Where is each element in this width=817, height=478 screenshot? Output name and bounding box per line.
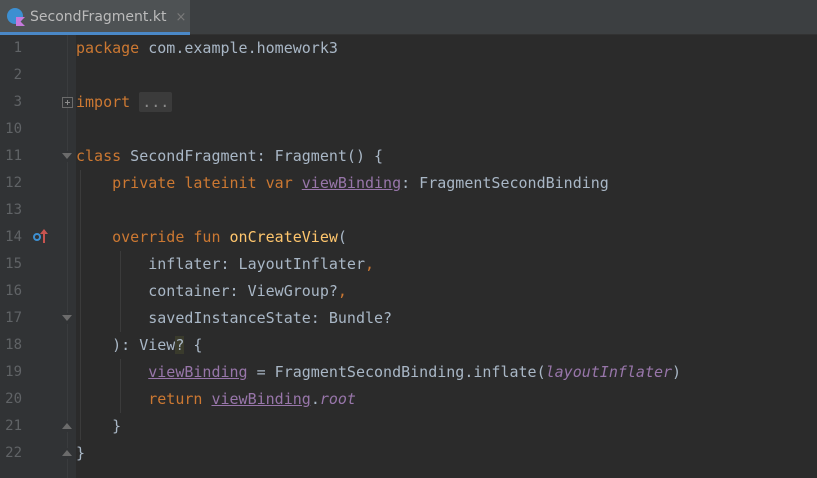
line-number: 15 (5, 256, 22, 272)
code-token: : FragmentSecondBinding (401, 174, 609, 192)
tab-label: SecondFragment.kt (30, 9, 167, 25)
code-text: override fun onCreateView( (76, 224, 347, 251)
code-editor[interactable]: 1 package com.example.homework3 2 3 import .… (0, 35, 817, 478)
code-text: container: ViewGroup?, (76, 278, 347, 305)
line-number: 1 (13, 40, 22, 56)
line-number: 16 (5, 283, 22, 299)
code-token: onCreateView (229, 228, 338, 246)
code-line[interactable]: 14 override fun onCreateView( (0, 224, 817, 251)
code-token: viewBinding (301, 174, 402, 192)
line-number: 20 (5, 391, 22, 407)
code-text: viewBinding = FragmentSecondBinding.infl… (76, 359, 681, 386)
code-line[interactable]: 15 inflater: LayoutInflater, (0, 251, 817, 278)
code-line[interactable]: 21 } (0, 413, 817, 440)
code-text: class SecondFragment: Fragment() { (76, 143, 383, 170)
fold-expand-icon[interactable] (62, 97, 73, 108)
code-token: ( (337, 228, 347, 246)
code-line[interactable]: 18 ): View? { (0, 332, 817, 359)
code-token: } (76, 444, 86, 462)
close-icon[interactable]: × (175, 10, 186, 25)
code-token: { (184, 336, 203, 354)
line-number: 22 (5, 445, 22, 461)
code-token: viewBinding (211, 390, 311, 408)
code-line[interactable]: 13 (0, 197, 817, 224)
code-line[interactable]: 22} (0, 440, 817, 467)
code-token: class (76, 147, 122, 165)
code-token: , (364, 255, 375, 273)
code-token: layoutInflater (545, 363, 673, 381)
code-token: import (76, 93, 131, 111)
line-number: 17 (5, 310, 22, 326)
indent-guide (80, 170, 81, 440)
code-token: } (76, 417, 122, 435)
code-token: = FragmentSecondBinding.inflate( (247, 363, 546, 381)
tab-secondfragment[interactable]: SecondFragment.kt × (0, 0, 190, 35)
code-line[interactable]: 12 private lateinit var viewBinding: Fra… (0, 170, 817, 197)
code-token: override fun (112, 228, 221, 246)
line-number: 19 (5, 364, 22, 380)
code-token: viewBinding (148, 363, 248, 381)
code-text: ): View? { (76, 332, 202, 359)
code-text: import ... (76, 89, 173, 116)
line-number: 13 (5, 202, 22, 218)
code-line[interactable]: 17 savedInstanceState: Bundle? (0, 305, 817, 332)
code-token: return (148, 390, 203, 408)
code-line[interactable]: 19 viewBinding = FragmentSecondBinding.i… (0, 359, 817, 386)
code-line[interactable]: 3 import ... (0, 89, 817, 116)
code-token: savedInstanceState: Bundle? (76, 309, 393, 327)
code-token: ) (672, 363, 682, 381)
line-number: 21 (5, 418, 22, 434)
code-line[interactable]: 2 (0, 62, 817, 89)
line-number: 2 (13, 67, 22, 83)
code-text: return viewBinding.root (76, 386, 356, 413)
code-text: } (76, 413, 121, 440)
line-number: 3 (13, 94, 22, 110)
fold-collapse-icon[interactable] (62, 313, 73, 324)
code-line[interactable]: 16 container: ViewGroup?, (0, 278, 817, 305)
code-token: , (337, 282, 347, 300)
fold-end-icon[interactable] (62, 421, 73, 432)
code-token: ... (139, 92, 173, 112)
code-line[interactable]: 1 package com.example.homework3 (0, 35, 817, 62)
editor-tab-bar: SecondFragment.kt × (0, 0, 817, 35)
code-token: container: ViewGroup? (76, 282, 338, 300)
indent-guide (120, 359, 121, 413)
kotlin-file-icon (7, 8, 25, 26)
indent-guide (120, 251, 121, 332)
line-number: 12 (5, 175, 22, 191)
line-number: 10 (5, 121, 22, 137)
code-token: SecondFragment: Fragment() { (121, 147, 384, 165)
line-number: 18 (5, 337, 22, 353)
code-token: com.example.homework3 (139, 39, 338, 57)
line-number: 14 (5, 229, 22, 245)
override-icon[interactable] (33, 229, 49, 246)
fold-collapse-icon[interactable] (62, 151, 73, 162)
code-token: . (310, 390, 320, 408)
code-token: ): View (76, 336, 176, 354)
fold-end-icon[interactable] (62, 448, 73, 459)
code-text: package com.example.homework3 (76, 35, 338, 62)
code-line[interactable]: 11 class SecondFragment: Fragment() { (0, 143, 817, 170)
code-token: package (76, 39, 140, 57)
code-line[interactable]: 20 return viewBinding.root (0, 386, 817, 413)
code-line[interactable]: 10 (0, 116, 817, 143)
code-text: } (76, 440, 85, 467)
code-text: savedInstanceState: Bundle? (76, 305, 392, 332)
code-token: root (319, 390, 356, 408)
code-token: private lateinit var (112, 174, 293, 192)
code-text: private lateinit var viewBinding: Fragme… (76, 170, 609, 197)
line-number: 11 (5, 148, 22, 164)
